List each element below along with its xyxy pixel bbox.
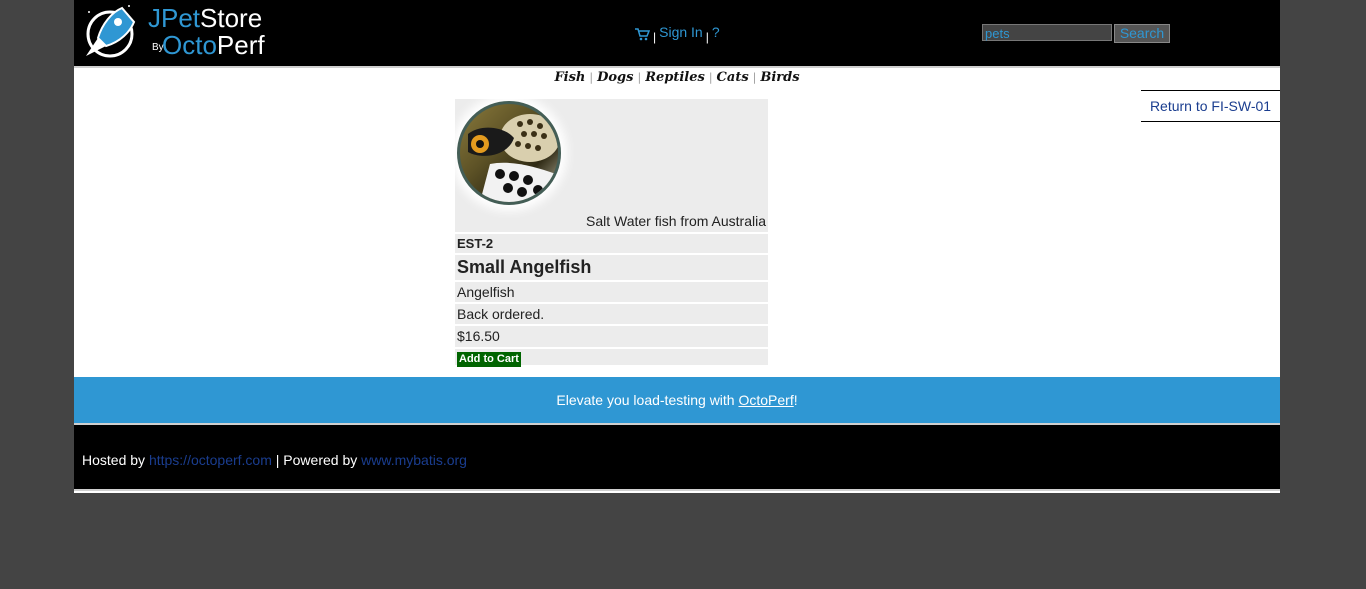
- jpetstore-logo[interactable]: JPetStore By OctoPerf: [82, 2, 272, 62]
- quicklink-reptiles[interactable]: Reptiles: [645, 70, 705, 85]
- quicklink-separator: |: [637, 71, 642, 84]
- page-container: JPetStore By OctoPerf | Sign In |? pets Sea…: [74, 0, 1280, 493]
- quicklink-separator: |: [752, 71, 757, 84]
- menu-separator: |: [653, 30, 657, 44]
- banner-text: Elevate you load-testing with: [556, 392, 739, 408]
- item-detail-table: Salt Water fish from Australia EST-2 Sma…: [455, 99, 768, 367]
- category-quicklinks: Fish | Dogs | Reptiles | Cats | Birds: [74, 70, 1280, 85]
- quicklink-separator: |: [708, 71, 713, 84]
- quicklink-separator: |: [589, 71, 594, 84]
- item-product-name: Angelfish: [455, 282, 768, 302]
- item-image-caption: Salt Water fish from Australia: [586, 213, 766, 229]
- item-stock-status: Back ordered.: [455, 304, 768, 324]
- cart-icon[interactable]: [634, 27, 651, 41]
- quicklink-cats[interactable]: Cats: [717, 70, 749, 85]
- item-id: EST-2: [455, 234, 768, 253]
- rocket-logo-icon: [86, 5, 136, 58]
- return-to-product-button[interactable]: Return to FI-SW-01: [1141, 90, 1280, 122]
- search-form: pets Search: [982, 24, 1170, 43]
- mybatis-link[interactable]: www.mybatis.org: [361, 452, 467, 468]
- powered-by-label: | Powered by: [275, 452, 358, 468]
- promo-banner: Elevate you load-testing with OctoPerf!: [74, 377, 1280, 423]
- quicklink-birds[interactable]: Birds: [760, 70, 799, 85]
- add-to-cart-button[interactable]: Add to Cart: [457, 352, 521, 367]
- angelfish-image: [457, 101, 561, 205]
- quicklink-dogs[interactable]: Dogs: [597, 70, 633, 85]
- quicklink-fish[interactable]: Fish: [554, 70, 585, 85]
- banner-text-end: !: [793, 392, 798, 408]
- help-link[interactable]: ?: [712, 24, 720, 40]
- item-price: $16.50: [455, 326, 768, 347]
- search-button[interactable]: Search: [1114, 24, 1170, 43]
- footer-text: Hosted by https://octoperf.com | Powered…: [82, 452, 467, 468]
- footer: Hosted by https://octoperf.com | Powered…: [74, 423, 1280, 491]
- item-image-row: Salt Water fish from Australia: [455, 99, 768, 232]
- add-to-cart-row: Add to Cart: [455, 349, 768, 367]
- octoperf-host-link[interactable]: https://octoperf.com: [149, 452, 272, 468]
- octoperf-link[interactable]: OctoPerf: [738, 392, 793, 408]
- logo-jpetstore-text: JPetStore: [148, 3, 263, 33]
- item-name: Small Angelfish: [455, 255, 768, 280]
- search-input[interactable]: pets: [982, 24, 1112, 41]
- sign-in-link[interactable]: Sign In: [659, 24, 703, 40]
- hosted-by-label: Hosted by: [82, 452, 146, 468]
- header: JPetStore By OctoPerf | Sign In |? pets Sea…: [74, 0, 1280, 68]
- menu-separator: |: [705, 30, 709, 44]
- header-menu: | Sign In |?: [634, 24, 720, 44]
- logo-octoperf-text: OctoPerf: [162, 30, 265, 60]
